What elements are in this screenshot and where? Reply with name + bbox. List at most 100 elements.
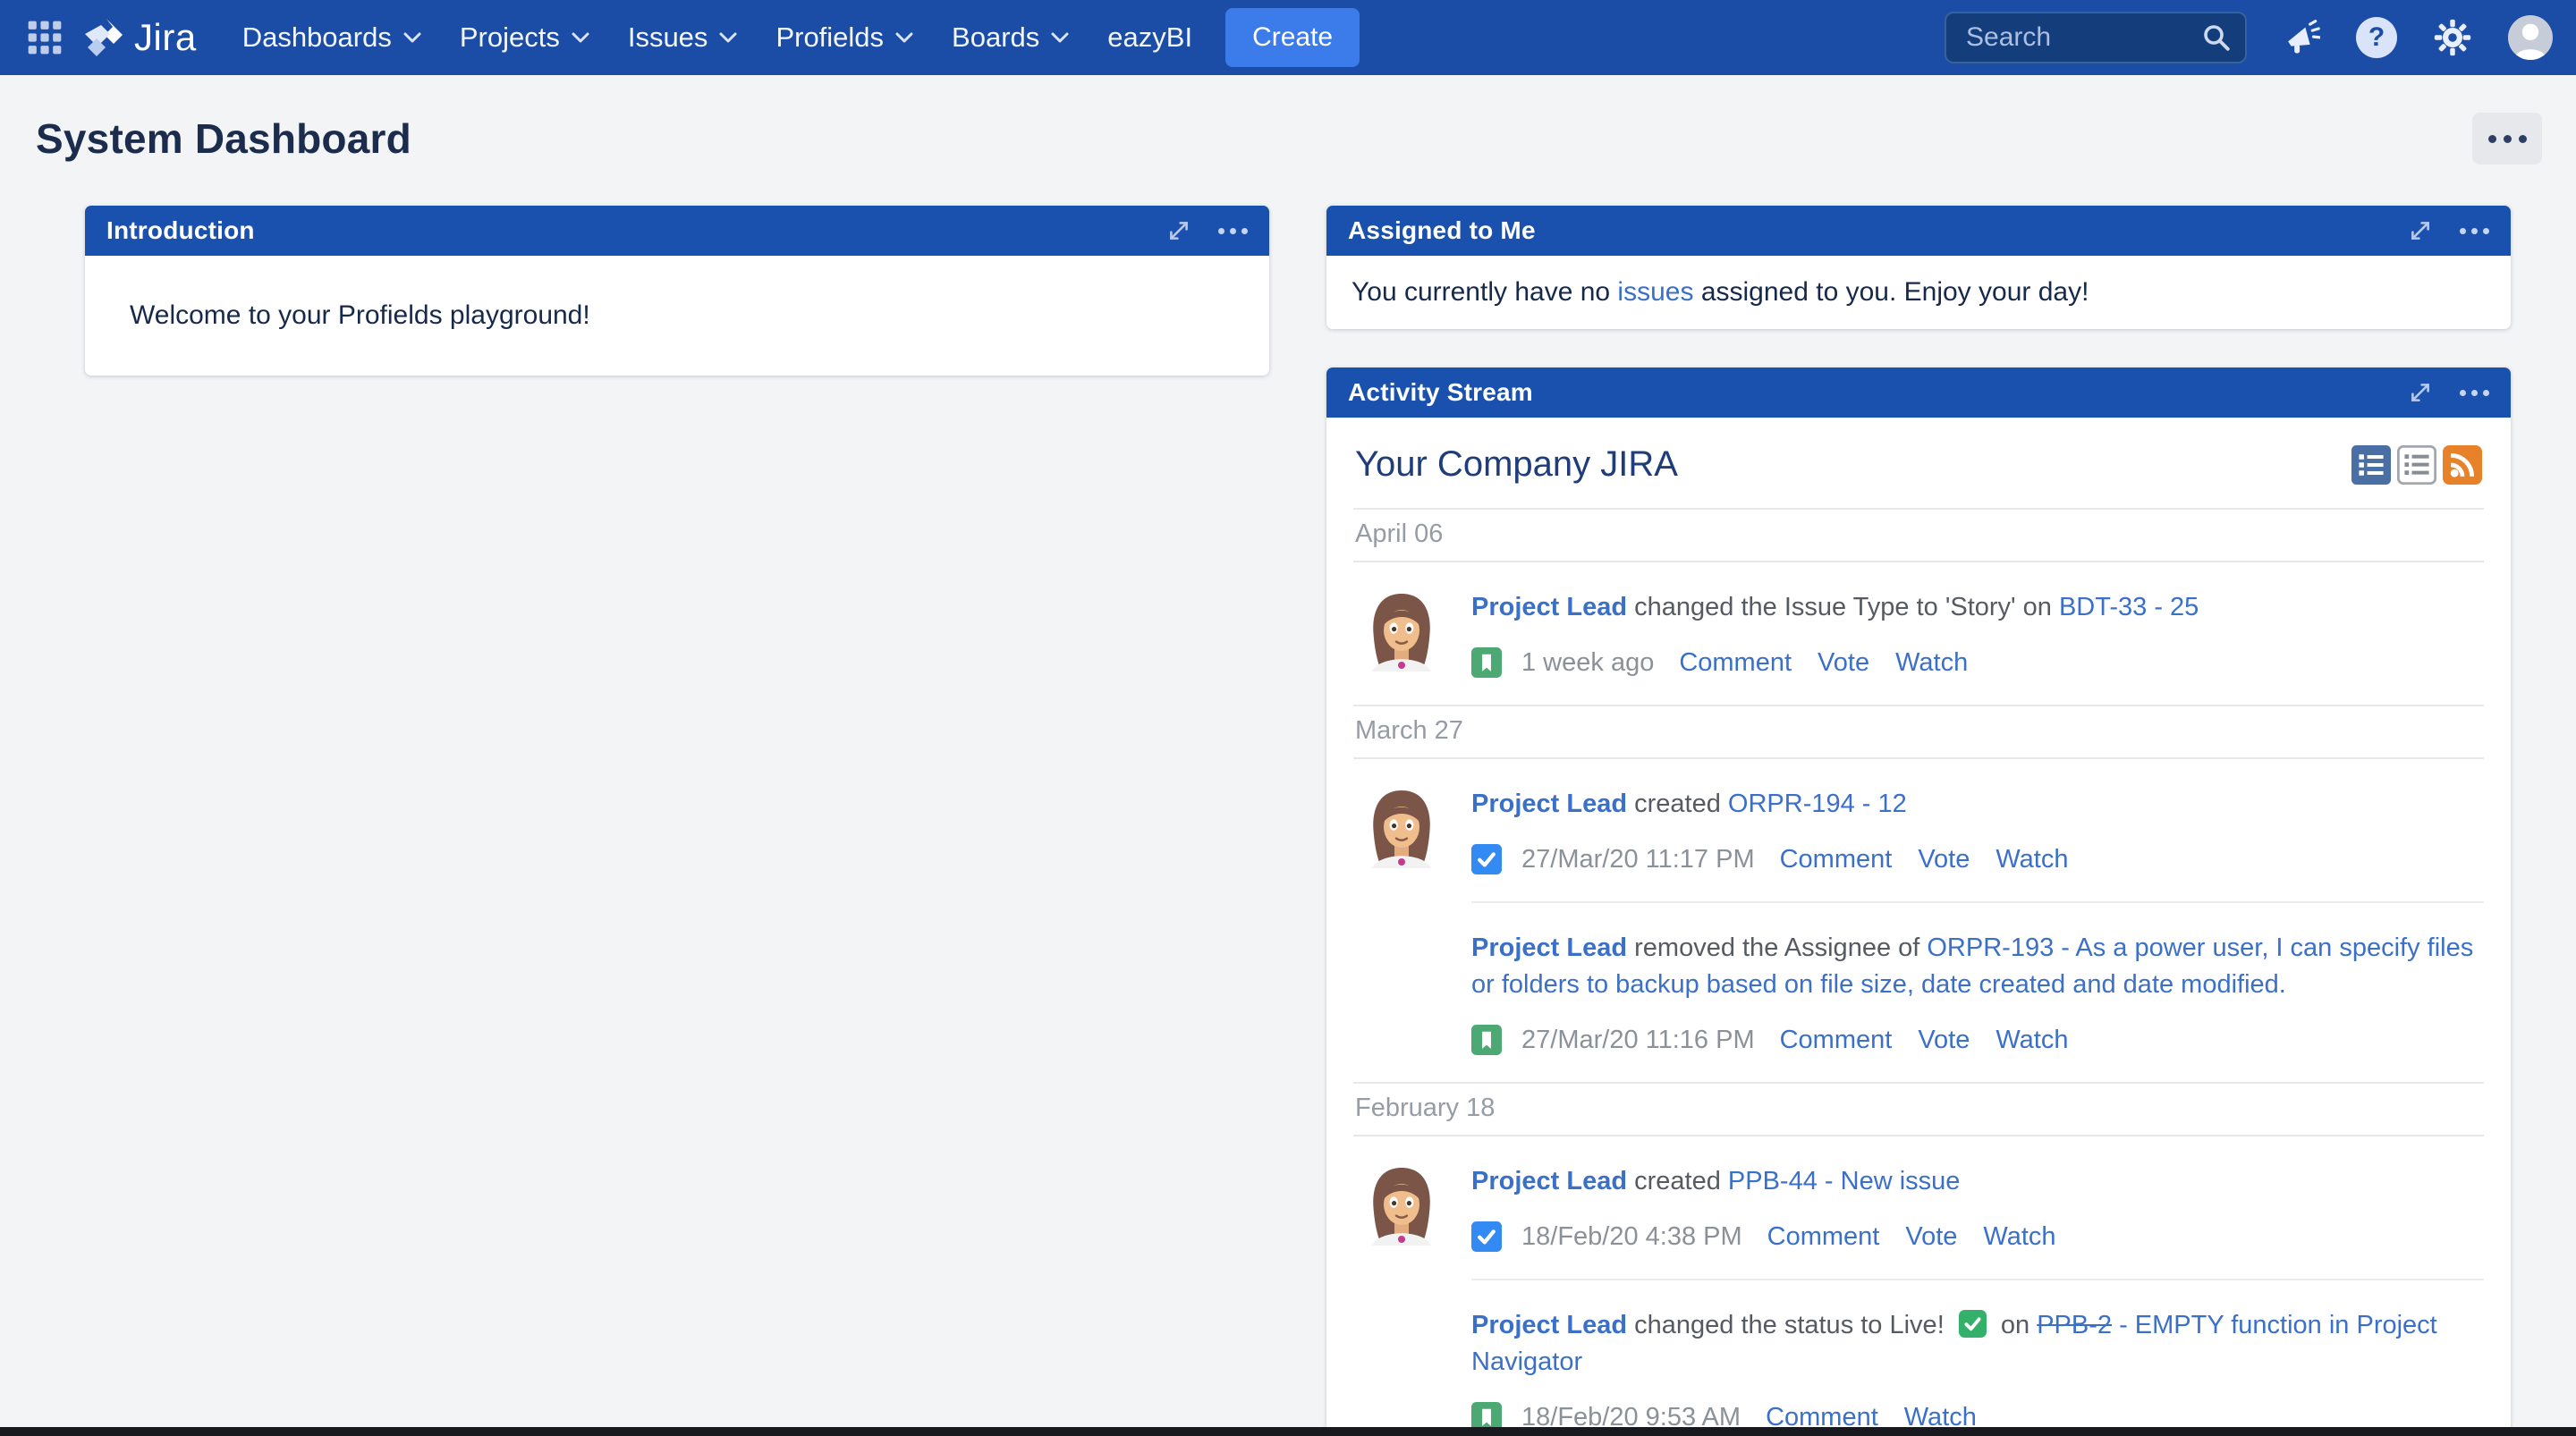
assigned-text-after: assigned to you. Enjoy your day! [1693,277,2089,308]
jira-logo[interactable]: Jira [82,16,197,59]
nav-item-issues[interactable]: Issues [609,0,758,75]
top-navbar: Jira Dashboards Projects Issues Profields Bo… [0,0,2576,75]
cartoon-woman-avatar [1359,1160,1445,1246]
issue-link[interactable]: PPB-44 - New issue [1728,1167,1961,1195]
activity-entry: Project Lead created PPB-44 - New issue1… [1353,1136,2484,1279]
assigned-gadget-body: You currently have no issues assigned to… [1326,256,2511,329]
watch-link[interactable]: Watch [1983,1222,2055,1252]
maximize-icon[interactable] [1166,218,1191,243]
task-icon [1471,1221,1502,1252]
list-plain-view-icon[interactable] [2397,445,2436,485]
vote-link[interactable]: Vote [1905,1222,1957,1252]
vote-link[interactable]: Vote [1918,1026,1970,1055]
vote-link[interactable]: Vote [1818,648,1869,678]
watch-link[interactable]: Watch [1996,845,2068,874]
cartoon-woman-avatar [1359,586,1445,672]
watch-link[interactable]: Watch [1996,1026,2068,1055]
maximize-icon[interactable] [2408,218,2433,243]
nav-item-label: Issues [628,21,708,54]
watch-link[interactable]: Watch [1895,648,1968,678]
jira-logo-text: Jira [134,16,197,59]
date-separator: February 18 [1353,1084,2484,1135]
navbar-right-group: ? [1945,12,2553,63]
strikethrough-issue-key: PPB-2 [2037,1311,2112,1339]
app-switcher-icon[interactable] [23,16,66,59]
chevron-down-icon [402,31,422,44]
search-input[interactable] [1964,21,2200,54]
status-check-icon [1959,1310,1987,1338]
entry-text: on [1994,1311,2037,1339]
feedback-megaphone-icon[interactable] [2283,19,2320,56]
comment-link[interactable]: Comment [1767,1222,1880,1252]
entry-summary: Project Lead created PPB-44 - New issue [1471,1163,2482,1200]
activity-gadget-header: Activity Stream [1326,367,2511,418]
dashboard-tools-button[interactable] [2472,113,2542,165]
nav-item-label: eazyBI [1107,21,1192,54]
comment-link[interactable]: Comment [1780,1026,1893,1055]
user-avatar-image[interactable] [1359,1160,1445,1246]
user-link[interactable]: Project Lead [1471,1167,1627,1195]
jira-system-dashboard: Jira Dashboards Projects Issues Profields Bo… [0,0,2576,1436]
user-link[interactable]: Project Lead [1471,790,1627,818]
chevron-down-icon [894,31,914,44]
list-detailed-view-icon[interactable] [2351,445,2391,485]
activity-entry: Project Lead changed the Issue Type to '… [1353,562,2484,705]
create-button[interactable]: Create [1225,8,1360,67]
user-link[interactable]: Project Lead [1471,933,1627,962]
gadget-title: Activity Stream [1348,378,1533,407]
avatar-spacer [1359,926,1445,1055]
timestamp: 1 week ago [1521,648,1654,678]
settings-gear-icon[interactable] [2433,18,2472,57]
introduction-gadget-header: Introduction [85,206,1269,256]
assigned-gadget-header: Assigned to Me [1326,206,2511,256]
story-icon [1471,1025,1502,1055]
date-separator: March 27 [1353,706,2484,757]
gadget-title: Assigned to Me [1348,216,1536,245]
nav-item-dashboards[interactable]: Dashboards [224,0,441,75]
primary-navigation: Dashboards Projects Issues Profields Boardse… [224,0,1211,75]
gadget-menu-icon[interactable] [1218,228,1248,234]
entry-meta: 1 week ago Comment Vote Watch [1471,647,2482,678]
profile-avatar-button[interactable] [2508,15,2553,60]
entry-content: Project Lead removed the Assignee of ORP… [1471,926,2482,1055]
entry-meta: 27/Mar/20 11:17 PM Comment Vote Watch [1471,844,2482,874]
nav-item-profields[interactable]: Profields [757,0,933,75]
vote-link[interactable]: Vote [1918,845,1970,874]
gadget-menu-icon[interactable] [2460,390,2489,396]
nav-item-boards[interactable]: Boards [933,0,1089,75]
rss-feed-icon[interactable] [2443,445,2482,485]
issue-link[interactable]: BDT-33 - 25 [2059,593,2199,621]
introduction-text: Welcome to your Profields playground! [130,300,590,331]
introduction-gadget-body: Welcome to your Profields playground! [85,256,1269,376]
left-column: Introduction Welcome to your Profields p… [85,206,1269,376]
entry-content: Project Lead created ORPR-194 - 1227/Mar… [1471,782,2482,874]
user-avatar-image[interactable] [1359,782,1445,868]
search-icon[interactable] [2200,21,2233,54]
help-icon[interactable]: ? [2356,17,2397,58]
page-title: System Dashboard [36,114,411,163]
comment-link[interactable]: Comment [1679,648,1792,678]
entry-text: created [1627,1167,1728,1195]
issue-link[interactable]: ORPR-194 - 12 [1728,790,1907,818]
activity-stream-list: April 06 Project Lead changed the Issue … [1353,508,2484,1436]
nav-item-label: Projects [460,21,560,54]
user-link[interactable]: Project Lead [1471,593,1627,621]
nav-item-projects[interactable]: Projects [441,0,609,75]
activity-heading-row: Your Company JIRA [1353,418,2484,508]
comment-link[interactable]: Comment [1780,845,1893,874]
nav-item-label: Dashboards [242,21,392,54]
entry-summary: Project Lead removed the Assignee of ORP… [1471,930,2482,1003]
user-avatar-image[interactable] [1359,586,1445,672]
user-link[interactable]: Project Lead [1471,1311,1627,1339]
timestamp: 27/Mar/20 11:17 PM [1521,845,1755,874]
gadget-menu-icon[interactable] [2460,228,2489,234]
activity-source-title: Your Company JIRA [1355,444,2351,485]
nav-item-label: Profields [775,21,884,54]
nav-item-eazybi[interactable]: eazyBI [1089,0,1211,75]
maximize-icon[interactable] [2408,380,2433,405]
assigned-text-before: You currently have no [1352,277,1617,308]
issues-link[interactable]: issues [1617,277,1693,308]
right-column: Assigned to Me You currently have no iss… [1326,206,2511,1436]
entry-meta: 27/Mar/20 11:16 PMCommentVoteWatch [1471,1025,2482,1055]
issue-link-resolved[interactable]: PPB-2 [2037,1311,2112,1339]
